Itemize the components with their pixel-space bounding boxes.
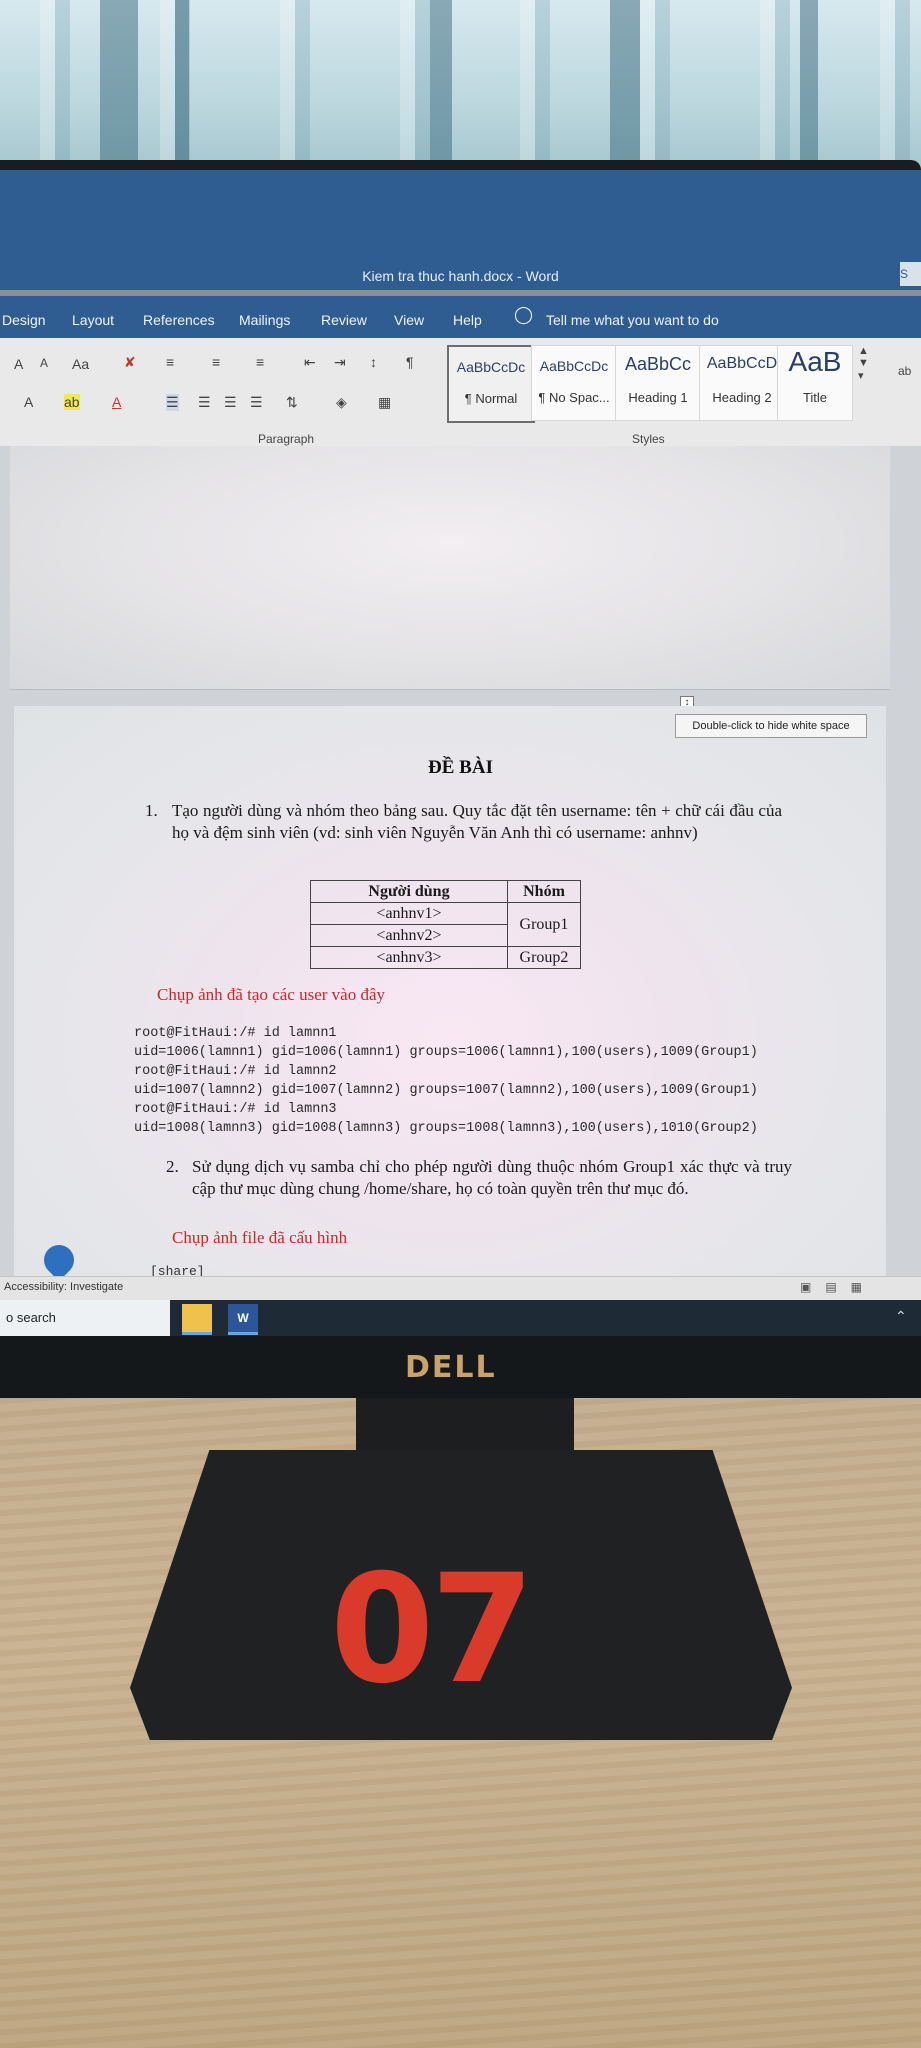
style-heading-1[interactable]: AaBbCc Heading 1 — [615, 345, 701, 421]
dell-logo: DELL — [405, 1350, 497, 1385]
terminal-line: uid=1006(lamnn1) gid=1006(lamnn1) groups… — [134, 1045, 758, 1060]
group-label-paragraph: Paragraph — [258, 432, 315, 446]
lightbulb-icon: ◯ — [514, 305, 534, 324]
style-normal[interactable]: AaBbCcDc ¶ Normal — [447, 345, 535, 423]
table-cell-user: <anhnv2> — [310, 924, 508, 947]
style-no-spacing[interactable]: AaBbCcDc ¶ No Spac... — [531, 345, 617, 421]
bullets-icon[interactable]: ≡ — [166, 354, 174, 370]
window-title: Kiem tra thuc hanh.docx - Word — [362, 268, 559, 284]
caption-users: Chụp ảnh đã tạo các user vào đây — [157, 985, 385, 1004]
style-label: Heading 2 — [712, 390, 772, 405]
style-preview: AaBbCc — [624, 354, 692, 374]
users-groups-table: Người dùng Nhóm <anhnv1> Group1 <anhnv2>… — [310, 880, 581, 969]
line-spacing-icon[interactable]: ⇅ — [286, 394, 298, 411]
chevron-up-icon[interactable]: ⌃ — [895, 1308, 907, 1325]
shading-icon[interactable]: ◈ — [336, 394, 347, 411]
status-bar — [0, 1276, 921, 1301]
table-row: <anhnv3> Group2 — [310, 946, 581, 969]
hide-whitespace-tooltip: Double-click to hide white space — [675, 714, 867, 738]
clear-formatting-icon[interactable]: ✘ — [124, 354, 136, 371]
increase-indent-icon[interactable]: ⇥ — [334, 354, 346, 371]
justify-icon[interactable]: ☰ — [250, 394, 263, 411]
number-sticker: 07 — [330, 1543, 535, 1717]
tab-help[interactable]: Help — [453, 312, 482, 328]
accessibility-status[interactable]: Accessibility: Investigate — [4, 1281, 123, 1293]
tab-layout[interactable]: Layout — [72, 312, 114, 328]
terminal-line: root@FitHaui:/# id lamnn3 — [134, 1102, 337, 1117]
highlight-icon[interactable]: ab — [64, 394, 80, 410]
grow-font-button[interactable]: A — [14, 356, 23, 372]
numbering-icon[interactable]: ≡ — [212, 354, 220, 370]
style-preview: AaBbCcDc — [539, 358, 609, 374]
style-heading-2[interactable]: AaBbCcD Heading 2 — [699, 345, 785, 421]
change-case-button[interactable]: Aa — [72, 356, 89, 372]
text-effects-button[interactable]: A — [24, 394, 33, 410]
align-left-icon[interactable]: ☰ — [166, 394, 179, 411]
sort-icon[interactable]: ↕ — [370, 354, 377, 370]
style-preview: AaBbCcD — [706, 355, 778, 372]
page-current[interactable] — [14, 706, 886, 1306]
tell-me-search[interactable]: Tell me what you want to do — [546, 312, 719, 328]
tab-review[interactable]: Review — [321, 312, 367, 328]
list-number: 1. — [145, 801, 158, 820]
shrink-font-button[interactable]: A — [40, 356, 48, 370]
tab-references[interactable]: References — [143, 312, 215, 328]
task-2-text: Sử dụng dịch vụ samba chỉ cho phép người… — [192, 1157, 792, 1198]
tab-view[interactable]: View — [394, 312, 424, 328]
terminal-line: uid=1007(lamnn2) gid=1007(lamnn2) groups… — [134, 1083, 758, 1098]
page-previous — [10, 446, 890, 690]
decrease-indent-icon[interactable]: ⇤ — [304, 354, 316, 371]
terminal-line: root@FitHaui:/# id lamnn2 — [134, 1064, 337, 1079]
show-marks-icon[interactable]: ¶ — [406, 354, 414, 370]
table-cell-group: Group2 — [507, 946, 581, 969]
style-preview: AaBbCcDc — [456, 359, 526, 375]
tab-design[interactable]: Design — [2, 312, 46, 328]
style-label: ¶ Normal — [464, 391, 518, 406]
group-label-styles: Styles — [632, 432, 665, 446]
style-label: Heading 1 — [628, 390, 688, 405]
table-cell-group: Group1 — [507, 902, 581, 947]
align-center-icon[interactable]: ☰ — [198, 394, 211, 411]
file-explorer-icon[interactable] — [182, 1304, 212, 1335]
table-header: Người dùng — [310, 880, 508, 903]
ribbon-right-text[interactable]: ab — [898, 364, 911, 378]
table-row: <anhnv1> Group1 — [310, 902, 581, 947]
align-right-icon[interactable]: ☰ — [224, 394, 237, 411]
table-row: Người dùng Nhóm — [310, 880, 581, 903]
style-title[interactable]: AaB Title — [777, 345, 853, 421]
style-label: Title — [802, 390, 828, 405]
styles-scroll-icon[interactable]: ▲ ▼ ▾ — [858, 345, 869, 382]
style-label: ¶ No Spac... — [538, 390, 610, 405]
view-mode-icons[interactable]: ▣▤▦ — [800, 1280, 876, 1294]
tab-mailings[interactable]: Mailings — [239, 312, 290, 328]
borders-icon[interactable]: ▦ — [378, 394, 391, 411]
list-number: 2. — [166, 1157, 179, 1176]
table-header: Nhóm — [507, 880, 581, 903]
style-preview: AaB — [788, 346, 842, 377]
table-cell-user: <anhnv3> — [310, 946, 508, 969]
title-bar-button[interactable]: S — [900, 262, 921, 286]
caption-config: Chụp ảnh file đã cấu hình — [172, 1228, 348, 1247]
table-cell-user: <anhnv1> — [310, 902, 508, 925]
word-app-icon[interactable]: W — [228, 1304, 258, 1335]
document-heading: ĐỀ BÀI — [428, 757, 493, 778]
terminal-line: root@FitHaui:/# id lamnn1 — [134, 1026, 337, 1041]
taskbar-search[interactable]: o search — [0, 1300, 170, 1336]
multilevel-list-icon[interactable]: ≡ — [256, 354, 264, 370]
terminal-line: uid=1008(lamnn3) gid=1008(lamnn3) groups… — [134, 1121, 758, 1136]
font-color-button[interactable]: A — [112, 394, 121, 410]
task-1-text: Tạo người dùng và nhóm theo bảng sau. Qu… — [172, 801, 782, 842]
